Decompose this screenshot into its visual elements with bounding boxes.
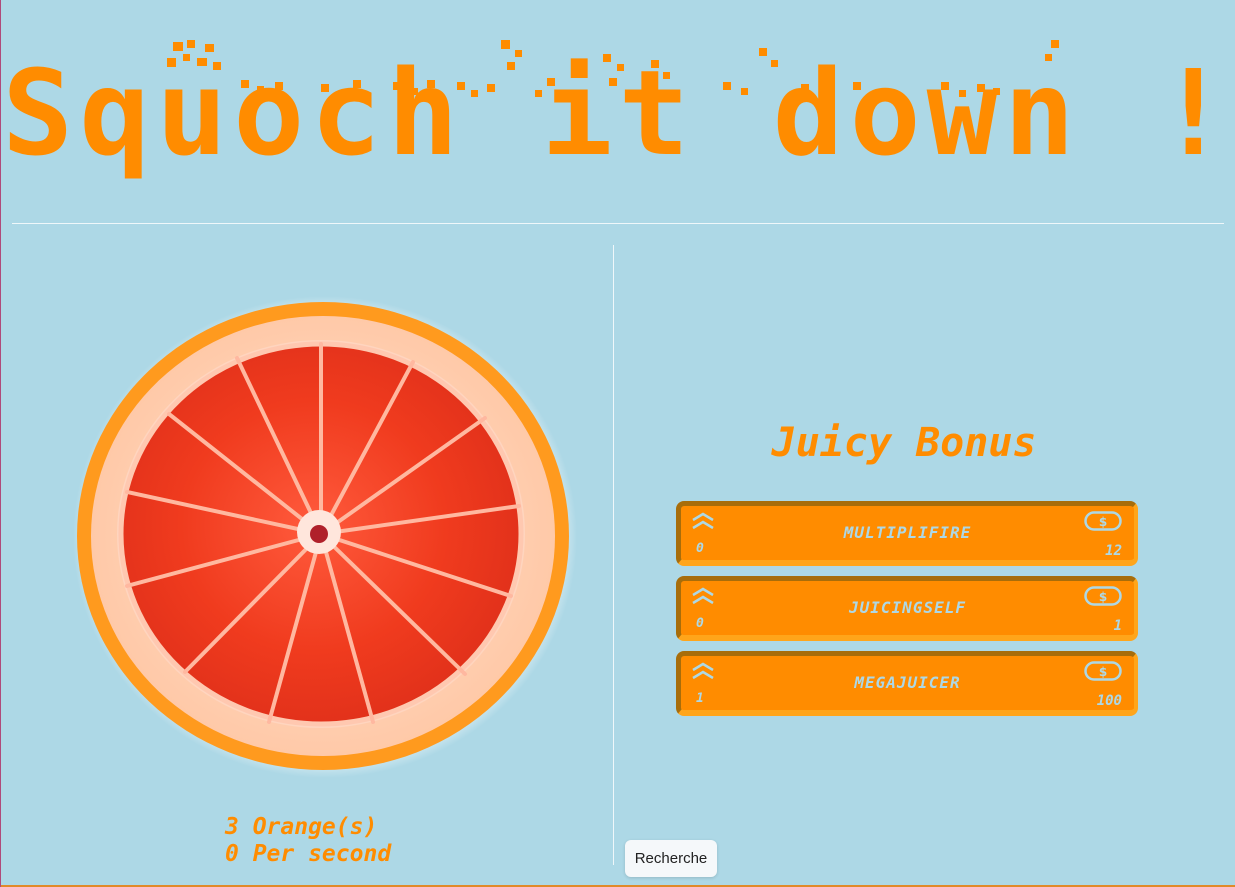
column-divider <box>613 245 614 865</box>
bonus-level: 1 <box>696 691 704 706</box>
bonus-card-megajuicer[interactable]: 1 MEGAJUICER $ 100 <box>676 651 1138 716</box>
bonus-price: 1 <box>1113 618 1122 634</box>
bonus-list: 0 MULTIPLIFIRE $ 12 0 JUICINGSELF $ 1 1 … <box>676 501 1138 726</box>
bonus-price: 12 <box>1105 543 1122 559</box>
svg-text:$: $ <box>1099 515 1107 529</box>
search-button[interactable]: Recherche <box>625 840 717 877</box>
bonus-level: 0 <box>696 616 704 631</box>
orange-click-target[interactable] <box>73 296 577 778</box>
per-second-rate: 0 Per second <box>225 841 392 867</box>
svg-text:$: $ <box>1099 590 1107 604</box>
svg-text:$: $ <box>1099 665 1107 679</box>
orange-image <box>73 296 577 778</box>
bonus-panel-title: Juicy Bonus <box>771 420 1037 466</box>
bonus-card-multiplifire[interactable]: 0 MULTIPLIFIRE $ 12 <box>676 501 1138 566</box>
header: Squoch it down ! <box>1 0 1235 222</box>
bonus-card-juicingself[interactable]: 0 JUICINGSELF $ 1 <box>676 576 1138 641</box>
coin-dollar-icon: $ <box>1084 511 1122 531</box>
bonus-name: JUICINGSELF <box>849 598 966 617</box>
coin-dollar-icon: $ <box>1084 586 1122 606</box>
bonus-name: MULTIPLIFIRE <box>843 523 972 542</box>
bonus-level: 0 <box>696 541 704 556</box>
header-divider <box>12 223 1224 224</box>
coin-dollar-icon: $ <box>1084 661 1122 681</box>
orange-count: 3 Orange(s) <box>225 814 378 840</box>
game-title: Squoch it down ! <box>2 44 1235 182</box>
bonus-price: 100 <box>1096 693 1122 709</box>
game-page: Squoch it down ! 3 Orange(s) 0 Per secon… <box>0 0 1235 887</box>
bonus-name: MEGAJUICER <box>854 673 961 692</box>
orange-counter: 3 Orange(s) 0 Per second <box>225 814 391 868</box>
